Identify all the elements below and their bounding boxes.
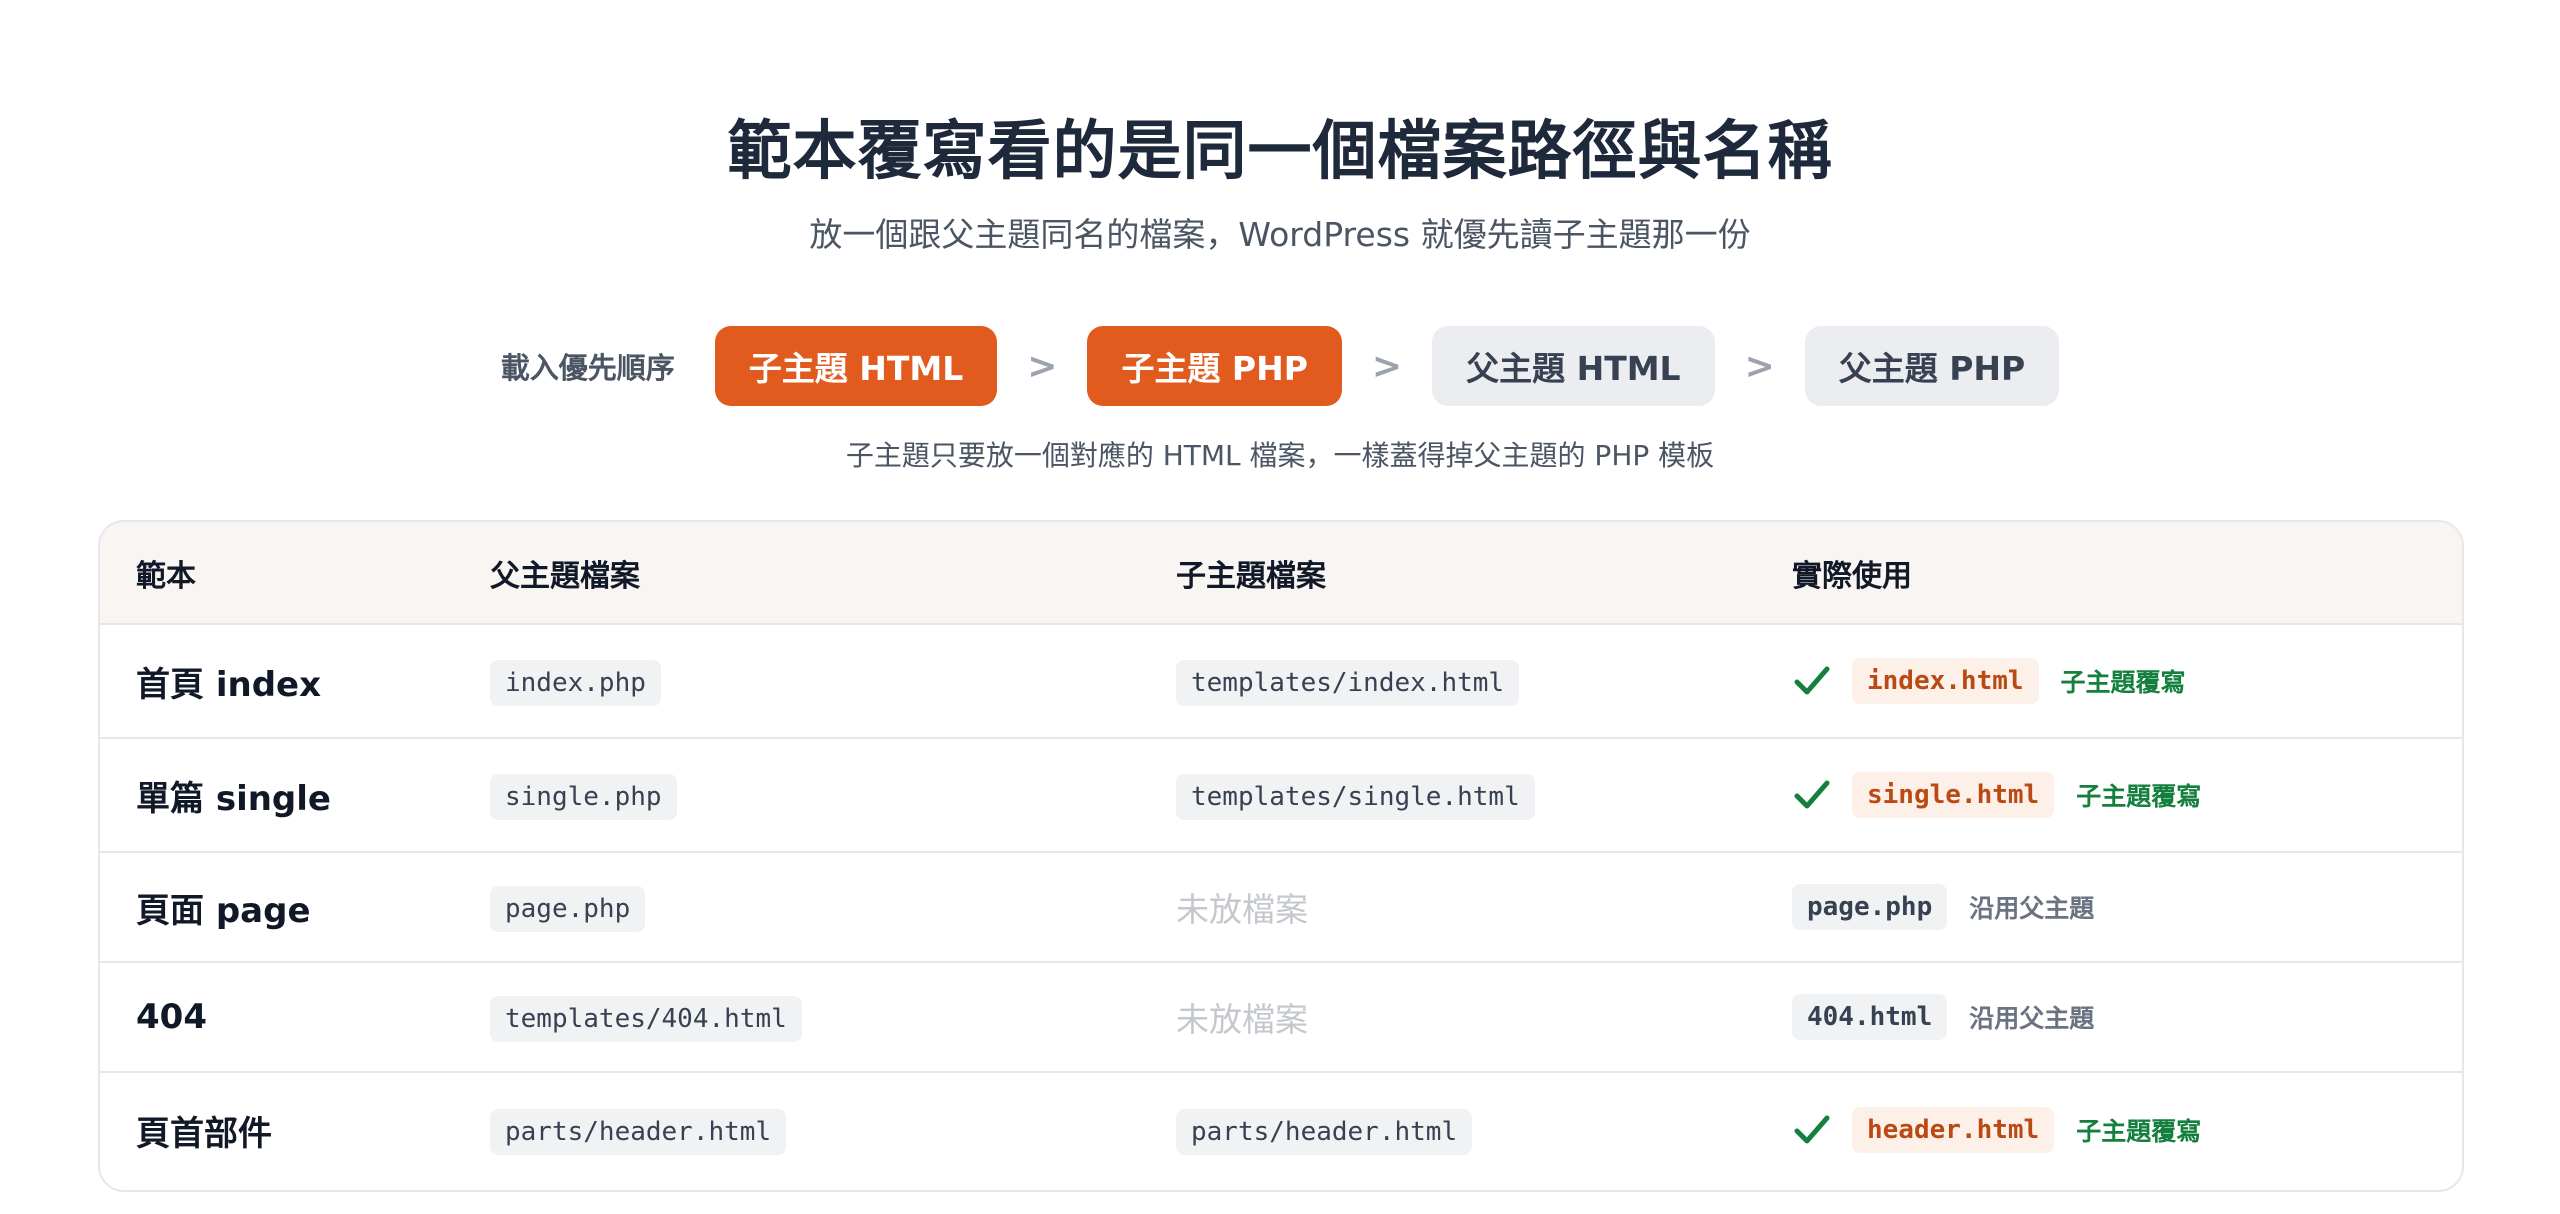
result-file: header.html <box>1852 1107 2055 1153</box>
priority-label: 載入優先順序 <box>500 351 675 385</box>
template-name: 單篇 single <box>136 778 331 819</box>
column-header-template: 範本 <box>136 558 196 594</box>
priority-separator: > <box>1744 345 1775 387</box>
result-file: single.html <box>1852 772 2055 818</box>
template-name: 首頁 index <box>136 664 322 705</box>
check-icon <box>1794 1115 1830 1144</box>
page-title: 範本覆寫看的是同一個檔案路徑與名稱 <box>727 115 1833 189</box>
priority-separator: > <box>1027 345 1058 387</box>
page: 範本覆寫看的是同一個檔案路徑與名稱 放一個跟父主題同名的檔案，WordPress… <box>0 0 2560 1214</box>
table-row: 頁面 page page.php 未放檔案 page.php 沿用父主題 <box>100 853 2462 963</box>
priority-step-child-html: 子主題 HTML <box>714 326 998 406</box>
table-row: 頁首部件 parts/header.html parts/header.html… <box>100 1073 2462 1187</box>
load-priority: 載入優先順序 子主題 HTML > 子主題 PHP > 父主題 HTML > 父… <box>0 326 2560 406</box>
result-note: 沿用父主題 <box>1969 1004 2095 1033</box>
result-file: page.php <box>1792 884 1948 930</box>
parent-file: parts/header.html <box>490 1109 787 1155</box>
column-header-parent-file: 父主題檔案 <box>490 558 640 594</box>
priority-step-parent-html: 父主題 HTML <box>1432 326 1715 406</box>
child-file-empty: 未放檔案 <box>1176 1000 1308 1039</box>
table-row: 首頁 index index.php templates/index.html … <box>100 625 2462 739</box>
priority-separator: > <box>1371 345 1403 387</box>
page-subtitle: 放一個跟父主題同名的檔案，WordPress 就優先讀子主題那一份 <box>809 215 1751 254</box>
template-table: 範本 父主題檔案 子主題檔案 實際使用 首頁 index index.php t… <box>98 520 2464 1192</box>
parent-file: page.php <box>490 886 646 932</box>
table-header-row: 範本 父主題檔案 子主題檔案 實際使用 <box>100 522 2462 625</box>
parent-file: single.php <box>490 774 677 820</box>
template-name: 頁首部件 <box>136 1113 272 1154</box>
column-header-child-file: 子主題檔案 <box>1176 558 1326 594</box>
template-name: 404 <box>136 997 207 1037</box>
result-file: index.html <box>1852 658 2039 704</box>
table-row: 404 templates/404.html 未放檔案 404.html 沿用父… <box>100 963 2462 1073</box>
column-header-result: 實際使用 <box>1792 558 1912 594</box>
priority-step-child-php: 子主題 PHP <box>1087 326 1342 406</box>
priority-note: 子主題只要放一個對應的 HTML 檔案，一樣蓋得掉父主題的 PHP 模板 <box>845 439 1715 472</box>
table-row: 單篇 single single.php templates/single.ht… <box>100 739 2462 853</box>
child-file: templates/single.html <box>1176 774 1535 820</box>
result-note: 子主題覆寫 <box>2076 782 2202 811</box>
result-note: 子主題覆寫 <box>2060 668 2186 697</box>
child-file: templates/index.html <box>1176 660 1520 706</box>
template-name: 頁面 page <box>136 890 311 931</box>
parent-file: templates/404.html <box>490 996 802 1042</box>
check-icon <box>1794 780 1830 809</box>
child-file-empty: 未放檔案 <box>1176 890 1308 929</box>
result-note: 子主題覆寫 <box>2076 1117 2202 1146</box>
child-file: parts/header.html <box>1176 1109 1473 1155</box>
parent-file: index.php <box>490 660 661 706</box>
result-note: 沿用父主題 <box>1969 894 2095 923</box>
result-file: 404.html <box>1792 994 1948 1040</box>
priority-step-parent-php: 父主題 PHP <box>1804 326 2060 406</box>
check-icon <box>1794 666 1830 695</box>
